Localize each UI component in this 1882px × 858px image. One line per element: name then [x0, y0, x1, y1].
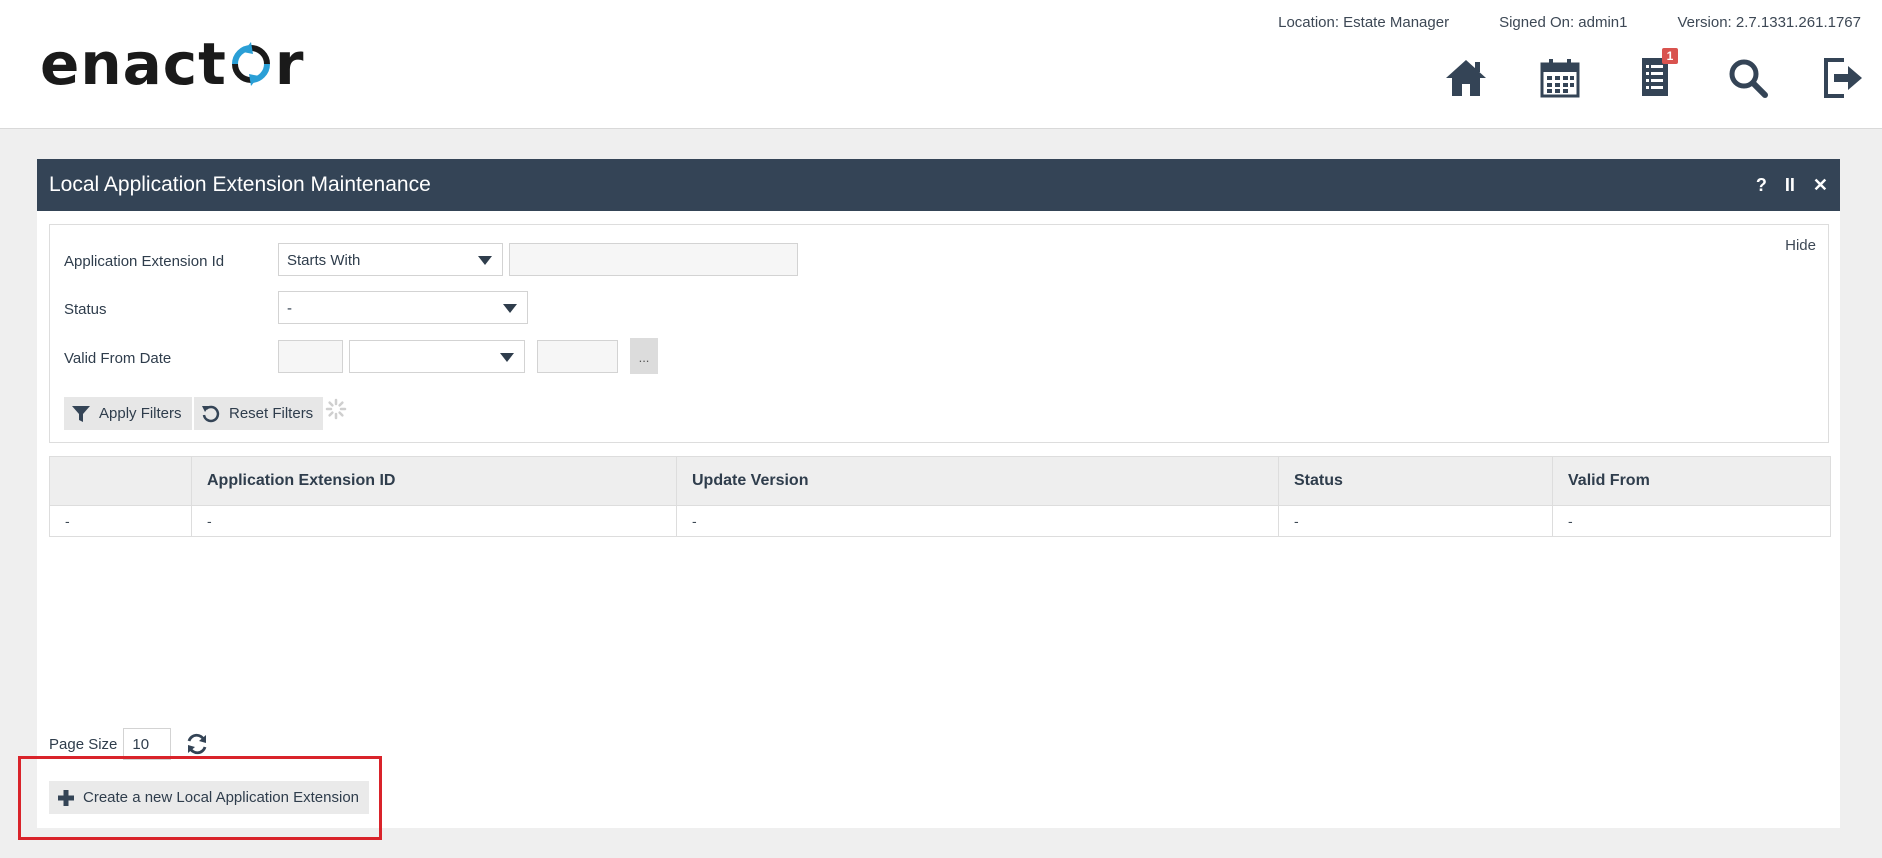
notification-badge: 1	[1662, 48, 1678, 64]
status-select[interactable]: -	[278, 291, 528, 324]
page-size-control: Page Size 10	[49, 728, 209, 760]
panel-header: Local Application Extension Maintenance …	[37, 159, 1840, 211]
top-icon-bar: 1	[1444, 48, 1864, 100]
session-info: Location: Estate Manager Signed On: admi…	[1278, 14, 1861, 31]
refresh-icon[interactable]	[185, 732, 209, 756]
enactor-logo: enact r	[40, 34, 304, 94]
reset-filters-label: Reset Filters	[229, 405, 314, 422]
logout-icon[interactable]	[1820, 56, 1864, 100]
search-icon[interactable]	[1726, 56, 1770, 100]
app-ext-id-operator-value: Starts With	[287, 252, 361, 269]
logo-text-left: enact	[40, 30, 227, 98]
create-extension-button[interactable]: Create a new Local Application Extension	[49, 781, 370, 814]
location-text: Location: Estate Manager	[1278, 14, 1450, 31]
column-header-update-version[interactable]: Update Version	[677, 457, 1279, 505]
table-cell: -	[1279, 506, 1553, 536]
page-size-label: Page Size	[49, 735, 118, 753]
filter-icon	[72, 405, 90, 422]
reset-filters-button[interactable]: Reset Filters	[194, 397, 324, 430]
date-picker-button[interactable]: ...	[630, 338, 658, 374]
status-label: Status	[64, 301, 107, 318]
top-bar: enact r Location: Estate Manager Signed …	[0, 0, 1882, 129]
apply-filters-label: Apply Filters	[99, 405, 182, 422]
logo-sync-icon	[231, 42, 270, 86]
table-cell: -	[192, 506, 677, 536]
table-header: Application Extension ID Update Version …	[50, 457, 1830, 505]
chevron-down-icon	[503, 304, 517, 313]
reset-icon	[202, 405, 220, 422]
loading-spinner-icon	[325, 398, 347, 420]
column-header-select[interactable]	[50, 457, 192, 505]
app-ext-id-label: Application Extension Id	[64, 253, 225, 270]
signed-on-text: Signed On: admin1	[1499, 14, 1628, 31]
results-table: Application Extension ID Update Version …	[49, 456, 1831, 537]
hide-filters-link[interactable]: Hide	[1785, 237, 1816, 254]
panel-title: Local Application Extension Maintenance	[49, 173, 431, 196]
app-ext-id-input[interactable]	[509, 243, 798, 276]
help-button[interactable]: ?	[1756, 175, 1767, 196]
calendar-icon[interactable]	[1538, 56, 1582, 100]
close-button[interactable]: ✕	[1813, 175, 1828, 196]
column-header-valid-from[interactable]: Valid From	[1553, 457, 1830, 505]
home-icon[interactable]	[1444, 56, 1488, 100]
page-size-input[interactable]: 10	[123, 728, 172, 760]
apply-filters-button[interactable]: Apply Filters	[64, 397, 192, 430]
panel-tools: ? II ✕	[1756, 175, 1828, 196]
table-cell: -	[1568, 513, 1573, 529]
app-ext-id-operator-select[interactable]: Starts With	[278, 243, 503, 276]
notifications-icon[interactable]: 1	[1632, 48, 1678, 100]
table-cell: -	[677, 506, 1279, 536]
table-cell: -	[50, 506, 192, 536]
chevron-down-icon	[478, 256, 492, 265]
column-header-status[interactable]: Status	[1279, 457, 1553, 505]
create-extension-label: Create a new Local Application Extension	[83, 789, 360, 806]
valid-from-date-input[interactable]	[278, 340, 343, 373]
filter-section: Hide Application Extension Id Starts Wit…	[49, 224, 1829, 443]
logo-text-right: r	[274, 30, 305, 98]
pause-button[interactable]: II	[1785, 175, 1795, 196]
chevron-down-icon	[500, 353, 514, 362]
valid-from-label: Valid From Date	[64, 350, 172, 367]
valid-from-date-input-2[interactable]	[537, 340, 618, 373]
plus-icon	[58, 789, 74, 806]
maintenance-panel: Local Application Extension Maintenance …	[37, 159, 1840, 828]
column-header-app-ext-id[interactable]: Application Extension ID	[192, 457, 677, 505]
valid-from-operator-select[interactable]	[349, 340, 525, 373]
table-row[interactable]: - - - - -	[50, 505, 1830, 536]
version-text: Version: 2.7.1331.261.1767	[1677, 14, 1862, 31]
status-value: -	[287, 300, 292, 317]
